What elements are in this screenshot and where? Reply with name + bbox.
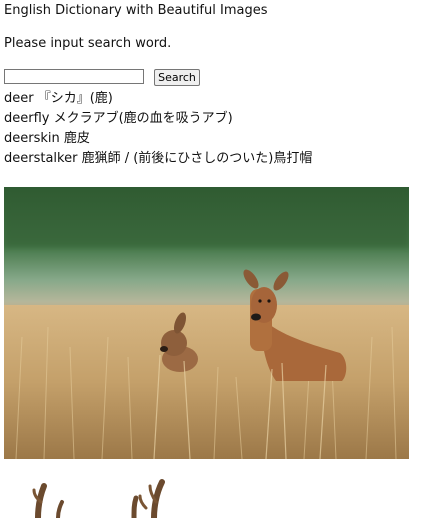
result-item-deerstalker[interactable]: deerstalker 鹿猟師 / (前後にひさしのついた)鳥打帽 [4,149,312,169]
page-title: English Dictionary with Beautiful Images [4,3,268,18]
search-button[interactable]: Search [154,69,200,86]
result-item-deerskin[interactable]: deerskin 鹿皮 [4,129,312,149]
result-item-deerfly[interactable]: deerfly メクラアブ(鹿の血を吸うアブ) [4,109,312,129]
antlers-photo [32,479,165,518]
search-prompt: Please input search word. [4,36,172,51]
results-list: deer 『シカ』(鹿) deerfly メクラアブ(鹿の血を吸うアブ) dee… [4,89,312,169]
result-item-deer[interactable]: deer 『シカ』(鹿) [4,89,312,109]
deer-photo [4,187,409,459]
search-input[interactable] [4,69,144,84]
